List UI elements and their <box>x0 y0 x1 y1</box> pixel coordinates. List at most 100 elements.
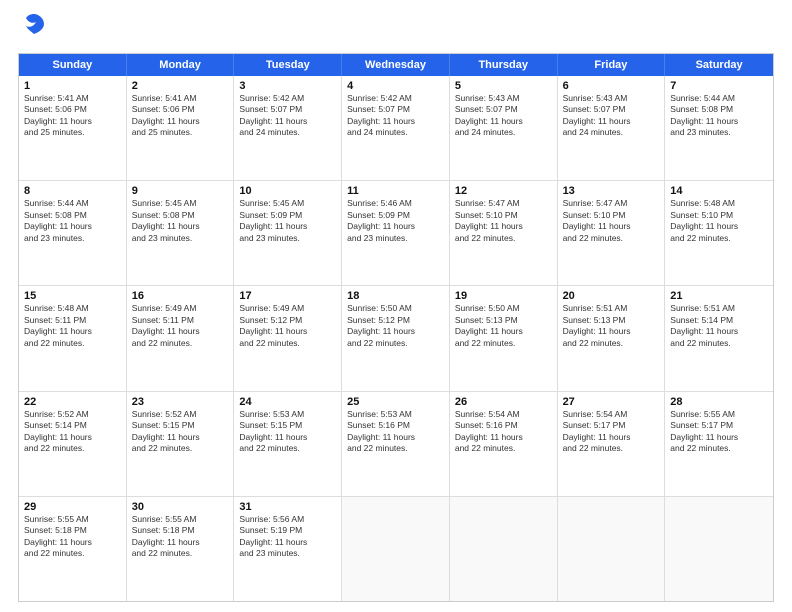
calendar-cell: 14Sunrise: 5:48 AM Sunset: 5:10 PM Dayli… <box>665 181 773 285</box>
weekday-header-thursday: Thursday <box>450 54 558 76</box>
day-number: 11 <box>347 185 444 197</box>
day-number: 26 <box>455 396 552 408</box>
calendar-cell: 4Sunrise: 5:42 AM Sunset: 5:07 PM Daylig… <box>342 76 450 180</box>
calendar-row-1: 8Sunrise: 5:44 AM Sunset: 5:08 PM Daylig… <box>19 181 773 286</box>
calendar-cell: 16Sunrise: 5:49 AM Sunset: 5:11 PM Dayli… <box>127 286 235 390</box>
day-info: Sunrise: 5:52 AM Sunset: 5:14 PM Dayligh… <box>24 409 121 455</box>
calendar-cell <box>558 497 666 601</box>
calendar-cell <box>342 497 450 601</box>
day-number: 1 <box>24 80 121 92</box>
day-info: Sunrise: 5:52 AM Sunset: 5:15 PM Dayligh… <box>132 409 229 455</box>
calendar-cell: 13Sunrise: 5:47 AM Sunset: 5:10 PM Dayli… <box>558 181 666 285</box>
calendar-cell: 2Sunrise: 5:41 AM Sunset: 5:06 PM Daylig… <box>127 76 235 180</box>
day-number: 13 <box>563 185 660 197</box>
calendar-cell: 10Sunrise: 5:45 AM Sunset: 5:09 PM Dayli… <box>234 181 342 285</box>
day-number: 28 <box>670 396 768 408</box>
day-info: Sunrise: 5:42 AM Sunset: 5:07 PM Dayligh… <box>347 93 444 139</box>
day-info: Sunrise: 5:42 AM Sunset: 5:07 PM Dayligh… <box>239 93 336 139</box>
day-number: 7 <box>670 80 768 92</box>
header <box>18 18 774 43</box>
day-number: 18 <box>347 290 444 302</box>
day-info: Sunrise: 5:55 AM Sunset: 5:17 PM Dayligh… <box>670 409 768 455</box>
day-info: Sunrise: 5:45 AM Sunset: 5:08 PM Dayligh… <box>132 198 229 244</box>
day-number: 16 <box>132 290 229 302</box>
day-number: 25 <box>347 396 444 408</box>
calendar-cell: 6Sunrise: 5:43 AM Sunset: 5:07 PM Daylig… <box>558 76 666 180</box>
day-info: Sunrise: 5:51 AM Sunset: 5:13 PM Dayligh… <box>563 303 660 349</box>
day-info: Sunrise: 5:49 AM Sunset: 5:12 PM Dayligh… <box>239 303 336 349</box>
day-number: 8 <box>24 185 121 197</box>
calendar-cell <box>665 497 773 601</box>
calendar-cell: 9Sunrise: 5:45 AM Sunset: 5:08 PM Daylig… <box>127 181 235 285</box>
calendar-cell: 30Sunrise: 5:55 AM Sunset: 5:18 PM Dayli… <box>127 497 235 601</box>
calendar-cell <box>450 497 558 601</box>
day-number: 10 <box>239 185 336 197</box>
day-info: Sunrise: 5:43 AM Sunset: 5:07 PM Dayligh… <box>563 93 660 139</box>
logo <box>18 18 48 43</box>
day-info: Sunrise: 5:50 AM Sunset: 5:12 PM Dayligh… <box>347 303 444 349</box>
day-info: Sunrise: 5:48 AM Sunset: 5:11 PM Dayligh… <box>24 303 121 349</box>
day-number: 9 <box>132 185 229 197</box>
day-number: 22 <box>24 396 121 408</box>
day-info: Sunrise: 5:43 AM Sunset: 5:07 PM Dayligh… <box>455 93 552 139</box>
day-info: Sunrise: 5:55 AM Sunset: 5:18 PM Dayligh… <box>132 514 229 560</box>
day-number: 15 <box>24 290 121 302</box>
day-number: 5 <box>455 80 552 92</box>
calendar-cell: 31Sunrise: 5:56 AM Sunset: 5:19 PM Dayli… <box>234 497 342 601</box>
calendar-cell: 17Sunrise: 5:49 AM Sunset: 5:12 PM Dayli… <box>234 286 342 390</box>
day-number: 2 <box>132 80 229 92</box>
calendar-cell: 28Sunrise: 5:55 AM Sunset: 5:17 PM Dayli… <box>665 392 773 496</box>
calendar-row-2: 15Sunrise: 5:48 AM Sunset: 5:11 PM Dayli… <box>19 286 773 391</box>
weekday-header-monday: Monday <box>127 54 235 76</box>
day-info: Sunrise: 5:48 AM Sunset: 5:10 PM Dayligh… <box>670 198 768 244</box>
day-info: Sunrise: 5:56 AM Sunset: 5:19 PM Dayligh… <box>239 514 336 560</box>
calendar-row-3: 22Sunrise: 5:52 AM Sunset: 5:14 PM Dayli… <box>19 392 773 497</box>
weekday-header-wednesday: Wednesday <box>342 54 450 76</box>
calendar-cell: 12Sunrise: 5:47 AM Sunset: 5:10 PM Dayli… <box>450 181 558 285</box>
calendar-cell: 26Sunrise: 5:54 AM Sunset: 5:16 PM Dayli… <box>450 392 558 496</box>
day-info: Sunrise: 5:47 AM Sunset: 5:10 PM Dayligh… <box>563 198 660 244</box>
calendar: SundayMondayTuesdayWednesdayThursdayFrid… <box>18 53 774 602</box>
day-info: Sunrise: 5:55 AM Sunset: 5:18 PM Dayligh… <box>24 514 121 560</box>
calendar-cell: 24Sunrise: 5:53 AM Sunset: 5:15 PM Dayli… <box>234 392 342 496</box>
calendar-cell: 11Sunrise: 5:46 AM Sunset: 5:09 PM Dayli… <box>342 181 450 285</box>
day-info: Sunrise: 5:50 AM Sunset: 5:13 PM Dayligh… <box>455 303 552 349</box>
day-info: Sunrise: 5:44 AM Sunset: 5:08 PM Dayligh… <box>24 198 121 244</box>
calendar-cell: 3Sunrise: 5:42 AM Sunset: 5:07 PM Daylig… <box>234 76 342 180</box>
calendar-cell: 21Sunrise: 5:51 AM Sunset: 5:14 PM Dayli… <box>665 286 773 390</box>
day-number: 17 <box>239 290 336 302</box>
logo-bird-icon <box>20 10 48 43</box>
calendar-cell: 20Sunrise: 5:51 AM Sunset: 5:13 PM Dayli… <box>558 286 666 390</box>
calendar-cell: 7Sunrise: 5:44 AM Sunset: 5:08 PM Daylig… <box>665 76 773 180</box>
day-number: 30 <box>132 501 229 513</box>
calendar-cell: 25Sunrise: 5:53 AM Sunset: 5:16 PM Dayli… <box>342 392 450 496</box>
day-number: 12 <box>455 185 552 197</box>
weekday-header-saturday: Saturday <box>665 54 773 76</box>
day-info: Sunrise: 5:41 AM Sunset: 5:06 PM Dayligh… <box>24 93 121 139</box>
day-info: Sunrise: 5:54 AM Sunset: 5:17 PM Dayligh… <box>563 409 660 455</box>
calendar-cell: 19Sunrise: 5:50 AM Sunset: 5:13 PM Dayli… <box>450 286 558 390</box>
calendar-cell: 5Sunrise: 5:43 AM Sunset: 5:07 PM Daylig… <box>450 76 558 180</box>
weekday-header-tuesday: Tuesday <box>234 54 342 76</box>
calendar-cell: 1Sunrise: 5:41 AM Sunset: 5:06 PM Daylig… <box>19 76 127 180</box>
day-number: 24 <box>239 396 336 408</box>
weekday-header-friday: Friday <box>558 54 666 76</box>
day-number: 27 <box>563 396 660 408</box>
calendar-row-0: 1Sunrise: 5:41 AM Sunset: 5:06 PM Daylig… <box>19 76 773 181</box>
day-info: Sunrise: 5:53 AM Sunset: 5:15 PM Dayligh… <box>239 409 336 455</box>
calendar-cell: 18Sunrise: 5:50 AM Sunset: 5:12 PM Dayli… <box>342 286 450 390</box>
day-info: Sunrise: 5:47 AM Sunset: 5:10 PM Dayligh… <box>455 198 552 244</box>
day-number: 31 <box>239 501 336 513</box>
calendar-body: 1Sunrise: 5:41 AM Sunset: 5:06 PM Daylig… <box>19 76 773 601</box>
calendar-cell: 27Sunrise: 5:54 AM Sunset: 5:17 PM Dayli… <box>558 392 666 496</box>
day-number: 29 <box>24 501 121 513</box>
day-number: 21 <box>670 290 768 302</box>
day-number: 20 <box>563 290 660 302</box>
day-info: Sunrise: 5:45 AM Sunset: 5:09 PM Dayligh… <box>239 198 336 244</box>
calendar-row-4: 29Sunrise: 5:55 AM Sunset: 5:18 PM Dayli… <box>19 497 773 601</box>
day-info: Sunrise: 5:54 AM Sunset: 5:16 PM Dayligh… <box>455 409 552 455</box>
day-number: 19 <box>455 290 552 302</box>
day-info: Sunrise: 5:46 AM Sunset: 5:09 PM Dayligh… <box>347 198 444 244</box>
page: SundayMondayTuesdayWednesdayThursdayFrid… <box>0 0 792 612</box>
calendar-cell: 22Sunrise: 5:52 AM Sunset: 5:14 PM Dayli… <box>19 392 127 496</box>
